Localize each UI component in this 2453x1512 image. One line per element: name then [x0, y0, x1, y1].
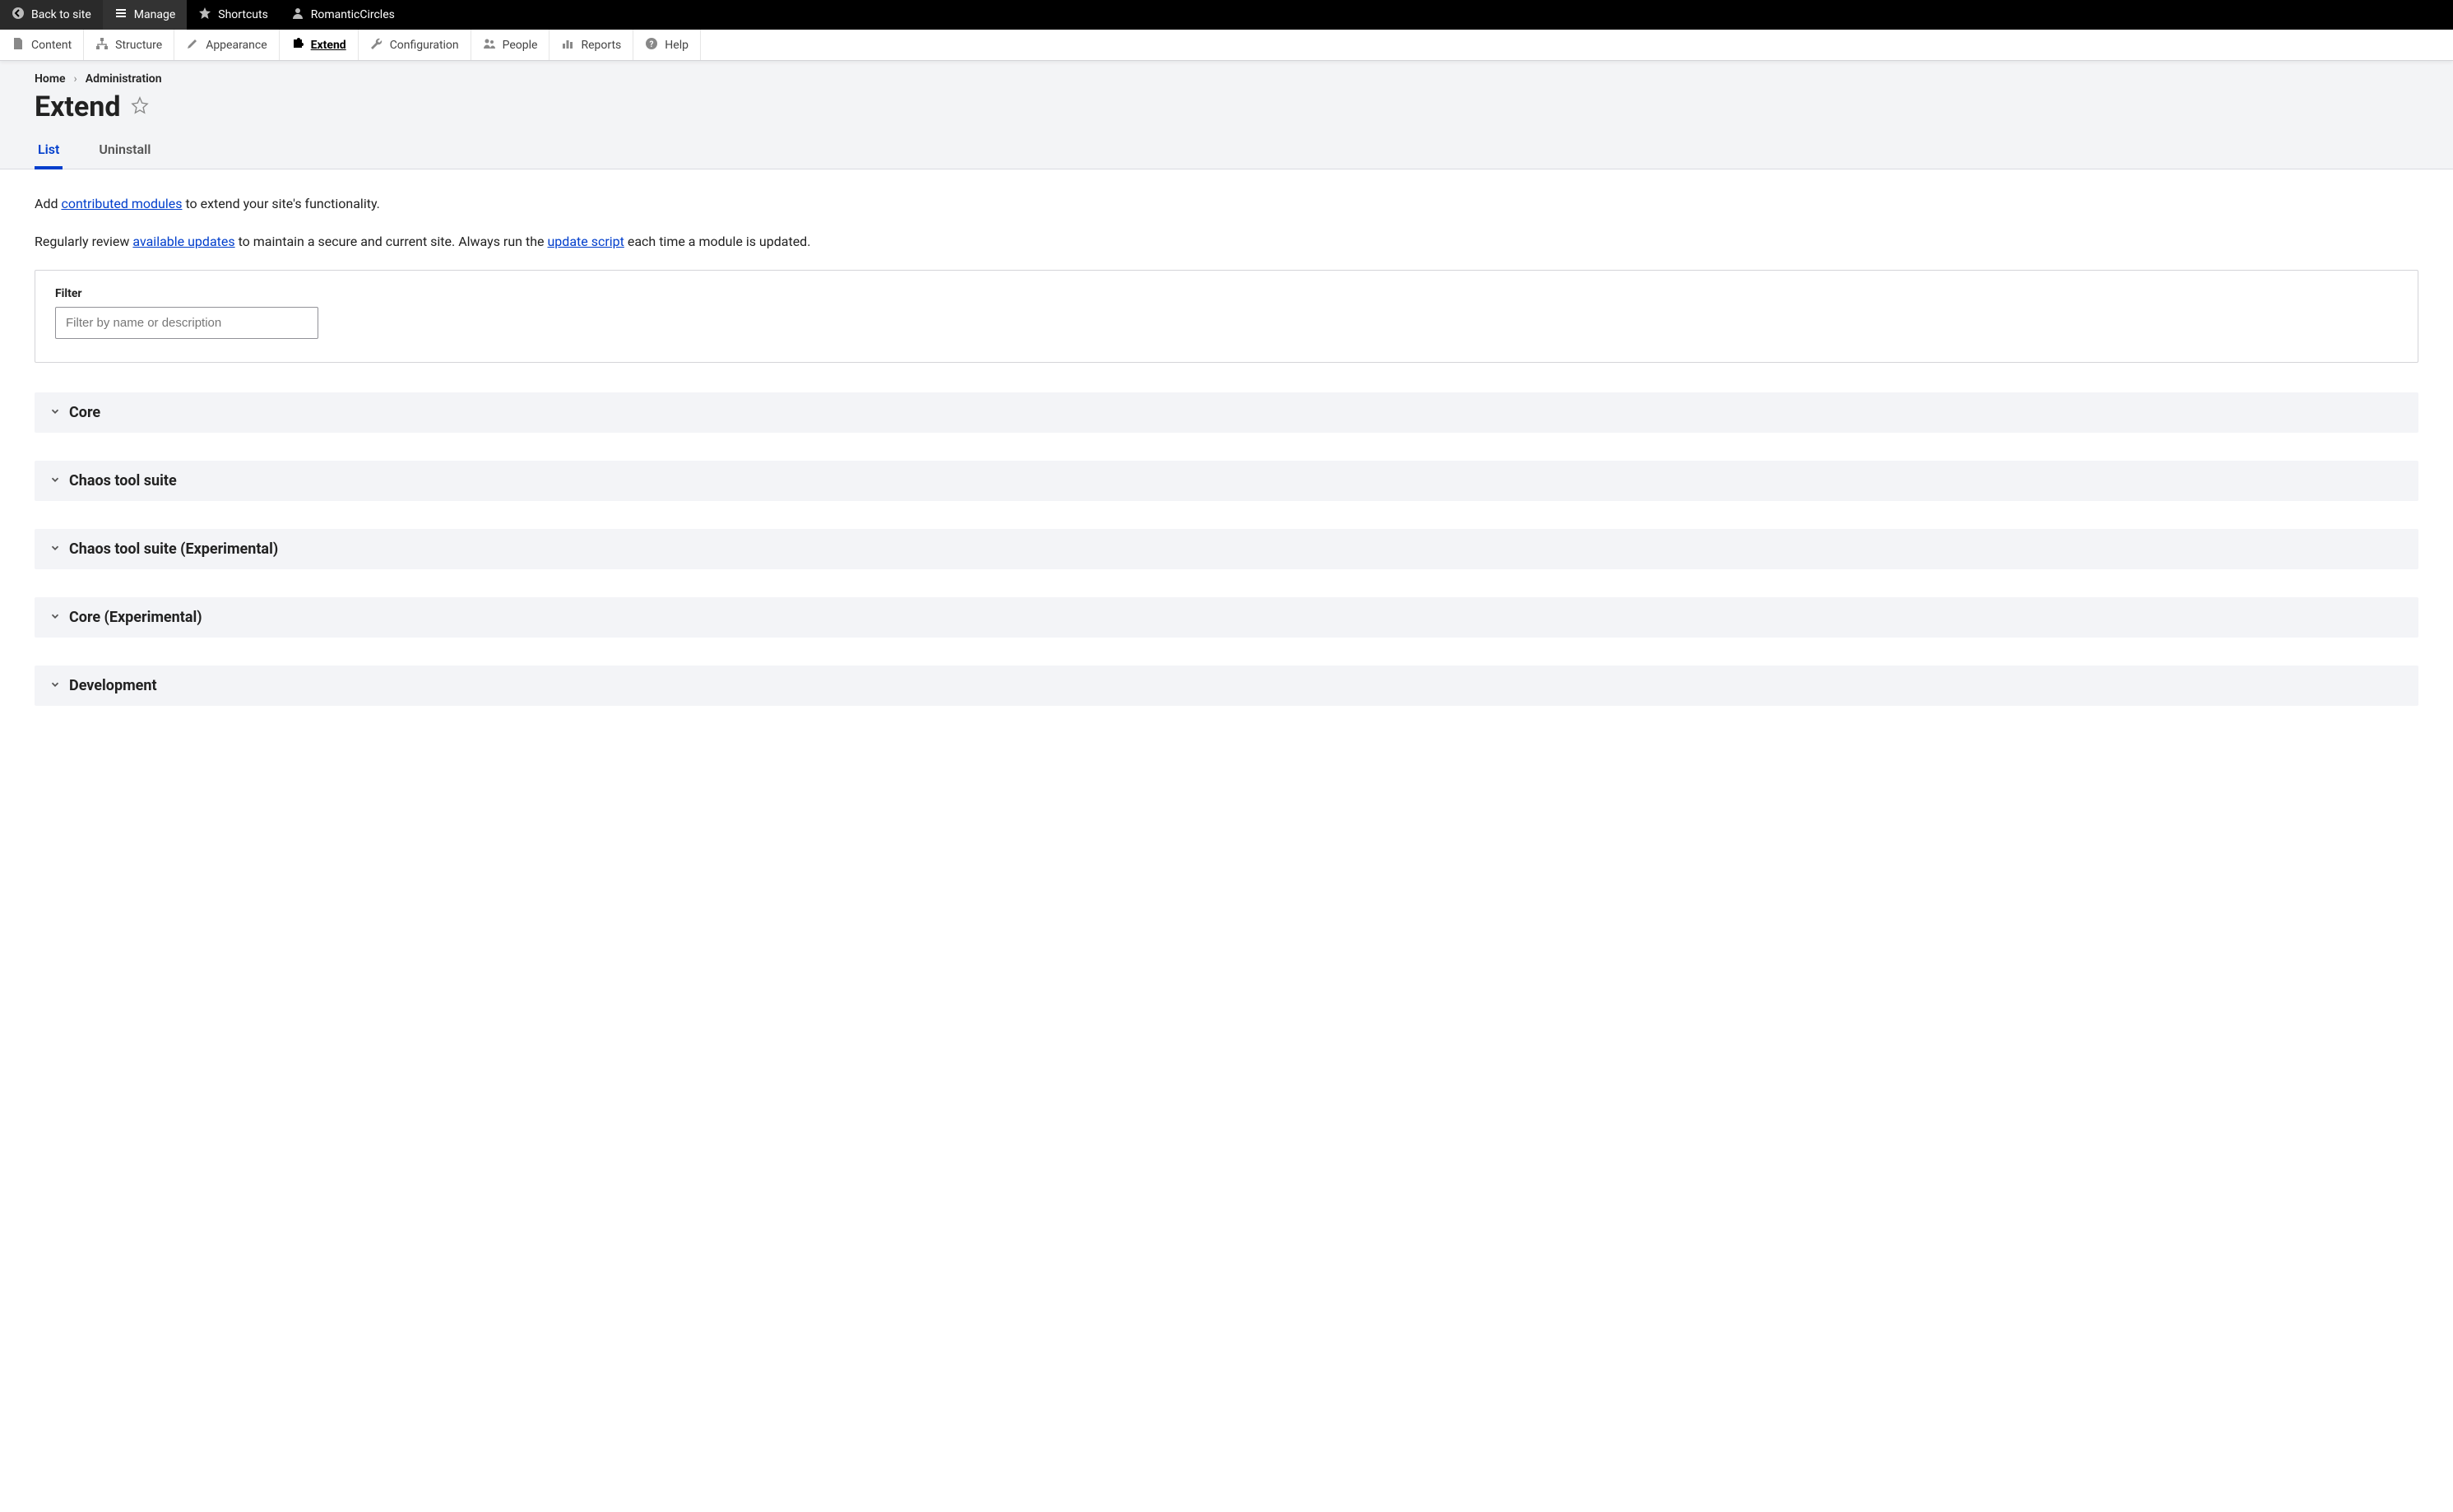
- shortcuts-button[interactable]: Shortcuts: [187, 0, 280, 30]
- back-to-site-button[interactable]: Back to site: [0, 0, 103, 30]
- people-icon: [483, 37, 496, 53]
- nav-content[interactable]: Content: [0, 30, 84, 60]
- toolbar-admin: Content Structure Appearance Extend Conf…: [0, 30, 2453, 61]
- nav-appearance[interactable]: Appearance: [174, 30, 279, 60]
- star-icon: [198, 7, 211, 23]
- intro-line-2: Regularly review available updates to ma…: [35, 232, 2418, 252]
- nav-people[interactable]: People: [471, 30, 550, 60]
- nav-appearance-label: Appearance: [206, 39, 267, 52]
- favorite-star-icon[interactable]: [131, 96, 149, 118]
- nav-reports-label: Reports: [581, 39, 621, 52]
- filter-box: Filter: [35, 270, 2418, 363]
- section-title: Core (Experimental): [69, 609, 202, 626]
- hamburger-icon: [114, 7, 128, 23]
- module-section[interactable]: Development: [35, 666, 2418, 706]
- user-label: RomanticCircles: [311, 8, 395, 21]
- toolbar-top: Back to site Manage Shortcuts RomanticCi…: [0, 0, 2453, 30]
- shortcuts-label: Shortcuts: [218, 8, 268, 21]
- chevron-down-icon: [49, 610, 61, 625]
- section-title: Chaos tool suite (Experimental): [69, 540, 278, 558]
- section-title: Chaos tool suite: [69, 472, 177, 489]
- intro-p2-pre: Regularly review: [35, 234, 132, 249]
- svg-text:?: ?: [650, 40, 654, 49]
- chevron-down-icon: [49, 678, 61, 693]
- tabs: List Uninstall: [0, 123, 2453, 169]
- intro-text: Add contributed modules to extend your s…: [35, 194, 2418, 252]
- module-section[interactable]: Chaos tool suite (Experimental): [35, 529, 2418, 569]
- chevron-left-circle-icon: [12, 7, 25, 23]
- breadcrumb-home[interactable]: Home: [35, 72, 66, 86]
- manage-button[interactable]: Manage: [103, 0, 187, 30]
- intro-p1-post: to extend your site's functionality.: [182, 196, 379, 211]
- nav-configuration[interactable]: Configuration: [359, 30, 471, 60]
- intro-p1-pre: Add: [35, 196, 61, 211]
- intro-p2-mid: to maintain a secure and current site. A…: [235, 234, 548, 249]
- module-sections: Core Chaos tool suite Chaos tool suite (Ex…: [35, 392, 2418, 706]
- nav-help[interactable]: ? Help: [633, 30, 701, 60]
- contributed-modules-link[interactable]: contributed modules: [61, 196, 182, 211]
- back-to-site-label: Back to site: [31, 8, 91, 21]
- nav-reports[interactable]: Reports: [549, 30, 633, 60]
- section-title: Core: [69, 404, 100, 421]
- nav-content-label: Content: [31, 39, 72, 52]
- filter-label: Filter: [55, 287, 2398, 300]
- breadcrumb: Home › Administration: [0, 61, 2453, 86]
- available-updates-link[interactable]: available updates: [132, 234, 234, 249]
- wrench-icon: [370, 37, 383, 53]
- breadcrumb-separator: ›: [74, 72, 77, 86]
- section-title: Development: [69, 677, 157, 694]
- user-menu-button[interactable]: RomanticCircles: [280, 0, 406, 30]
- breadcrumb-administration[interactable]: Administration: [86, 72, 162, 86]
- file-icon: [12, 37, 25, 53]
- nav-people-label: People: [503, 39, 538, 52]
- page-title-row: Extend: [0, 86, 2453, 123]
- tab-uninstall[interactable]: Uninstall: [95, 141, 154, 169]
- nav-structure[interactable]: Structure: [84, 30, 174, 60]
- nav-help-label: Help: [665, 39, 689, 52]
- chevron-down-icon: [49, 405, 61, 420]
- intro-line-1: Add contributed modules to extend your s…: [35, 194, 2418, 214]
- help-icon: ?: [645, 37, 658, 53]
- filter-input[interactable]: [55, 307, 318, 339]
- sitemap-icon: [95, 37, 109, 53]
- bar-chart-icon: [561, 37, 574, 53]
- module-section[interactable]: Core (Experimental): [35, 597, 2418, 638]
- nav-extend[interactable]: Extend: [280, 30, 359, 60]
- module-section[interactable]: Core: [35, 392, 2418, 433]
- paintbrush-icon: [186, 37, 199, 53]
- nav-structure-label: Structure: [115, 39, 162, 52]
- update-script-link[interactable]: update script: [547, 234, 624, 249]
- intro-p2-post: each time a module is updated.: [624, 234, 811, 249]
- module-section[interactable]: Chaos tool suite: [35, 461, 2418, 501]
- nav-configuration-label: Configuration: [390, 39, 459, 52]
- chevron-down-icon: [49, 473, 61, 489]
- user-icon: [291, 7, 304, 23]
- manage-label: Manage: [134, 8, 175, 21]
- content-region: Add contributed modules to extend your s…: [0, 169, 2453, 1512]
- tab-list[interactable]: List: [35, 141, 63, 169]
- chevron-down-icon: [49, 541, 61, 557]
- puzzle-icon: [291, 37, 304, 53]
- nav-extend-label: Extend: [311, 39, 346, 52]
- page-title: Extend: [35, 90, 121, 123]
